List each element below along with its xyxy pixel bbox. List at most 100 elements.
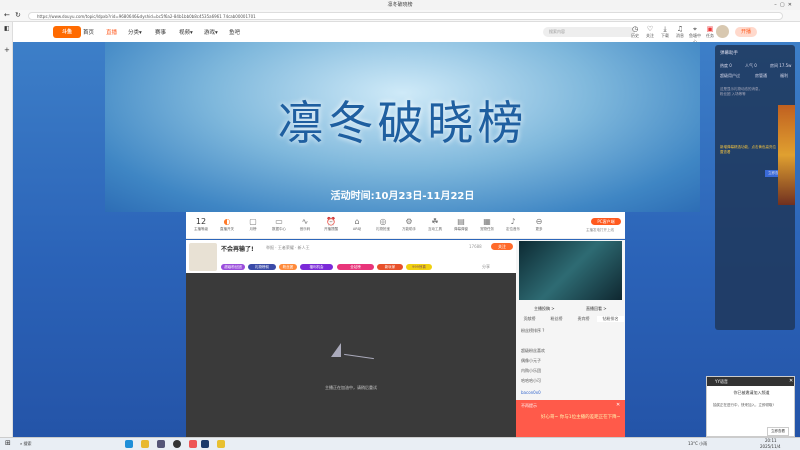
tab-vip[interactable]: 贵宾榜 (570, 316, 597, 322)
sidebar-toggle-icon[interactable]: ◧ (4, 25, 10, 32)
window-controls[interactable]: – ▢ ✕ (774, 0, 792, 10)
assistant-tab[interactable]: 超级用户过 (720, 73, 740, 79)
download-icon: ⤓ (663, 25, 667, 33)
loading-shark-icon (331, 343, 341, 357)
nav-games[interactable]: 游戏▾ (204, 28, 218, 36)
tool-1[interactable]: ▢ 月榜 (240, 216, 266, 232)
nav-home[interactable]: 首页 (83, 28, 94, 36)
tab-contribution[interactable]: 贡献榜 (516, 316, 543, 322)
follow-button[interactable]: 关注 (491, 243, 513, 250)
assistant-tab[interactable]: 房管通 (755, 73, 767, 79)
event-banner: 凛冬破晓榜 活动时间:10月23日-11月22日 (105, 42, 700, 212)
tool-4[interactable]: ⏰ 开播提醒 (318, 216, 344, 232)
video-player[interactable]: 主播正在加油中，请稍后重试 (186, 273, 516, 437)
rank-item[interactable]: 内购小乐团 (521, 368, 541, 374)
tool-9[interactable]: ▤ 弹幕弹窗 (448, 216, 474, 232)
edge-icon[interactable] (125, 440, 133, 448)
assistant-text: 这是显示礼物动态的消息，粉丝团 入场等等 (720, 87, 762, 96)
replay-link[interactable]: 直播回看 > (586, 306, 607, 312)
tool-live-switch[interactable]: ◐ 直播开关 (214, 216, 240, 232)
rank-item[interactable]: 哈哈哈小可 (521, 378, 541, 384)
nav-video[interactable]: 视频▾ (179, 28, 193, 36)
badge[interactable]: 999惊喜 (406, 264, 432, 270)
badge[interactable]: 福利机会 (300, 264, 333, 270)
tool-7[interactable]: ⚙ 万能助手 (396, 216, 422, 232)
tool-3[interactable]: ∿ 音乐码 (292, 216, 318, 232)
download-button[interactable]: ⤓ 下载 (658, 25, 672, 39)
streamer-info: 不会再输了! 举报 · 王者荣耀 · 新人王 17688 关注 超级粉丝团 礼物… (186, 240, 516, 273)
streamer-category: 举报 · 王者荣耀 · 新人王 (266, 245, 310, 250)
stream-preview[interactable] (519, 241, 622, 300)
folder-icon[interactable] (141, 440, 149, 448)
clock-icon: ◷ (631, 25, 639, 33)
tool-6[interactable]: ◎ 礼物抢宝 (370, 216, 396, 232)
user-avatar[interactable] (716, 25, 729, 38)
rank-note: 粉丝榜排序 ? (521, 328, 545, 333)
steam-icon[interactable] (201, 440, 209, 448)
assistant-title: 弹幕助手 (720, 51, 738, 56)
browser-title-bar: 凛冬破晓榜 – ▢ ✕ (0, 0, 800, 10)
app-icon[interactable] (173, 440, 181, 448)
badge[interactable]: 礼物榜前 (248, 264, 276, 270)
taskbar: ⊞ ⌕ 搜索 13°C 小雨 20:11 2025/11/4 (0, 437, 800, 450)
weather[interactable]: 13°C 小雨 (688, 441, 707, 447)
follow-button[interactable]: ♡ 关注 (643, 25, 657, 39)
store-icon[interactable] (157, 440, 165, 448)
notif-title: 你已被邀请加入频道 (733, 390, 770, 395)
message-button[interactable]: ♫ 消息 (673, 25, 687, 39)
tool-11[interactable]: ♪ 定位音乐 (500, 216, 526, 232)
badge[interactable]: 新玩家 (377, 264, 403, 270)
stat: 热度 0 (720, 63, 732, 68)
search-input[interactable]: 搜索内容 (543, 27, 635, 37)
back-icon[interactable]: ← (4, 11, 10, 19)
uploads-link[interactable]: 主播投稿 > (534, 306, 555, 312)
tool-8[interactable]: ☘ 互动工具 (422, 216, 448, 232)
tab-fans[interactable]: 粉丝榜 (543, 316, 570, 322)
taskbar-search[interactable]: ⌕ 搜索 (20, 441, 32, 447)
badge[interactable]: 粉丝团 (279, 264, 297, 270)
chat-user[interactable]: bacon0x0 (521, 390, 541, 395)
app-icon[interactable] (189, 440, 197, 448)
url-input[interactable]: https://www.douyu.com/topic/ldpxb?rid=96… (28, 12, 783, 20)
tab-diamond[interactable]: 钻粉排名 (597, 316, 624, 322)
clock-time[interactable]: 20:11 (765, 438, 777, 443)
douyu-logo[interactable]: 斗鱼 (53, 26, 81, 38)
tool-10[interactable]: ▦ 宠物任务 (474, 216, 500, 232)
clock-date[interactable]: 2025/11/4 (760, 444, 781, 449)
nav-yuba[interactable]: 鱼吧 (229, 28, 240, 36)
level-badge: 12 主播等级 (194, 217, 208, 231)
share-button[interactable]: 分享 (482, 264, 490, 270)
pc-client-button[interactable]: PC客户端 (591, 218, 621, 225)
promo-dismiss[interactable]: 不再提示 (521, 403, 537, 409)
assistant-tab[interactable]: 福利 (780, 73, 788, 79)
heart-icon: ♡ (646, 25, 654, 33)
notif-button[interactable]: 立即查看 (767, 427, 789, 436)
gift-ad[interactable] (778, 105, 795, 205)
history-button[interactable]: ◷ 历史 (628, 25, 642, 39)
tool-2[interactable]: ▭ 数据中心 (266, 216, 292, 232)
tool-more[interactable]: ⊖ 更多 (526, 216, 552, 232)
rank-item[interactable]: 偶像小元子 (521, 358, 541, 364)
rank-item[interactable]: 超级粉丝喜欢 (521, 348, 545, 354)
start-live-button[interactable]: 开播 (735, 27, 757, 37)
bell-icon: ♫ (676, 25, 684, 33)
nav-live[interactable]: 直播 (106, 28, 117, 36)
browser-sidebar: ◧ + (0, 22, 13, 437)
add-icon[interactable]: + (4, 46, 10, 54)
refresh-icon[interactable]: ↻ (15, 11, 21, 19)
streamer-avatar[interactable] (189, 243, 217, 271)
nav-events[interactable]: 赛事 (155, 28, 166, 36)
assistant-highlight: 新增弹幕精选功能，点击黄色高亮位置查看 (720, 145, 776, 154)
badge[interactable]: 超级粉丝团 (221, 264, 245, 270)
close-icon[interactable]: ✕ (789, 378, 793, 384)
close-icon[interactable]: ✕ (616, 402, 620, 408)
address-bar-row: ← ↻ https://www.douyu.com/topic/ldpxb?ri… (0, 10, 800, 22)
nav-category[interactable]: 分类▾ (128, 28, 142, 36)
start-icon[interactable]: ⊞ (5, 439, 11, 447)
tool-5[interactable]: ⌂ AR动 (344, 216, 370, 232)
badge[interactable]: 全站榜 (337, 264, 374, 270)
promo-text: 好心哥~ 你与1位主播的差距正在下降~ (541, 415, 621, 420)
task-button[interactable]: ▣ 任务 (703, 25, 717, 39)
app-icon[interactable] (217, 440, 225, 448)
gift-icon: ▣ (706, 25, 714, 33)
